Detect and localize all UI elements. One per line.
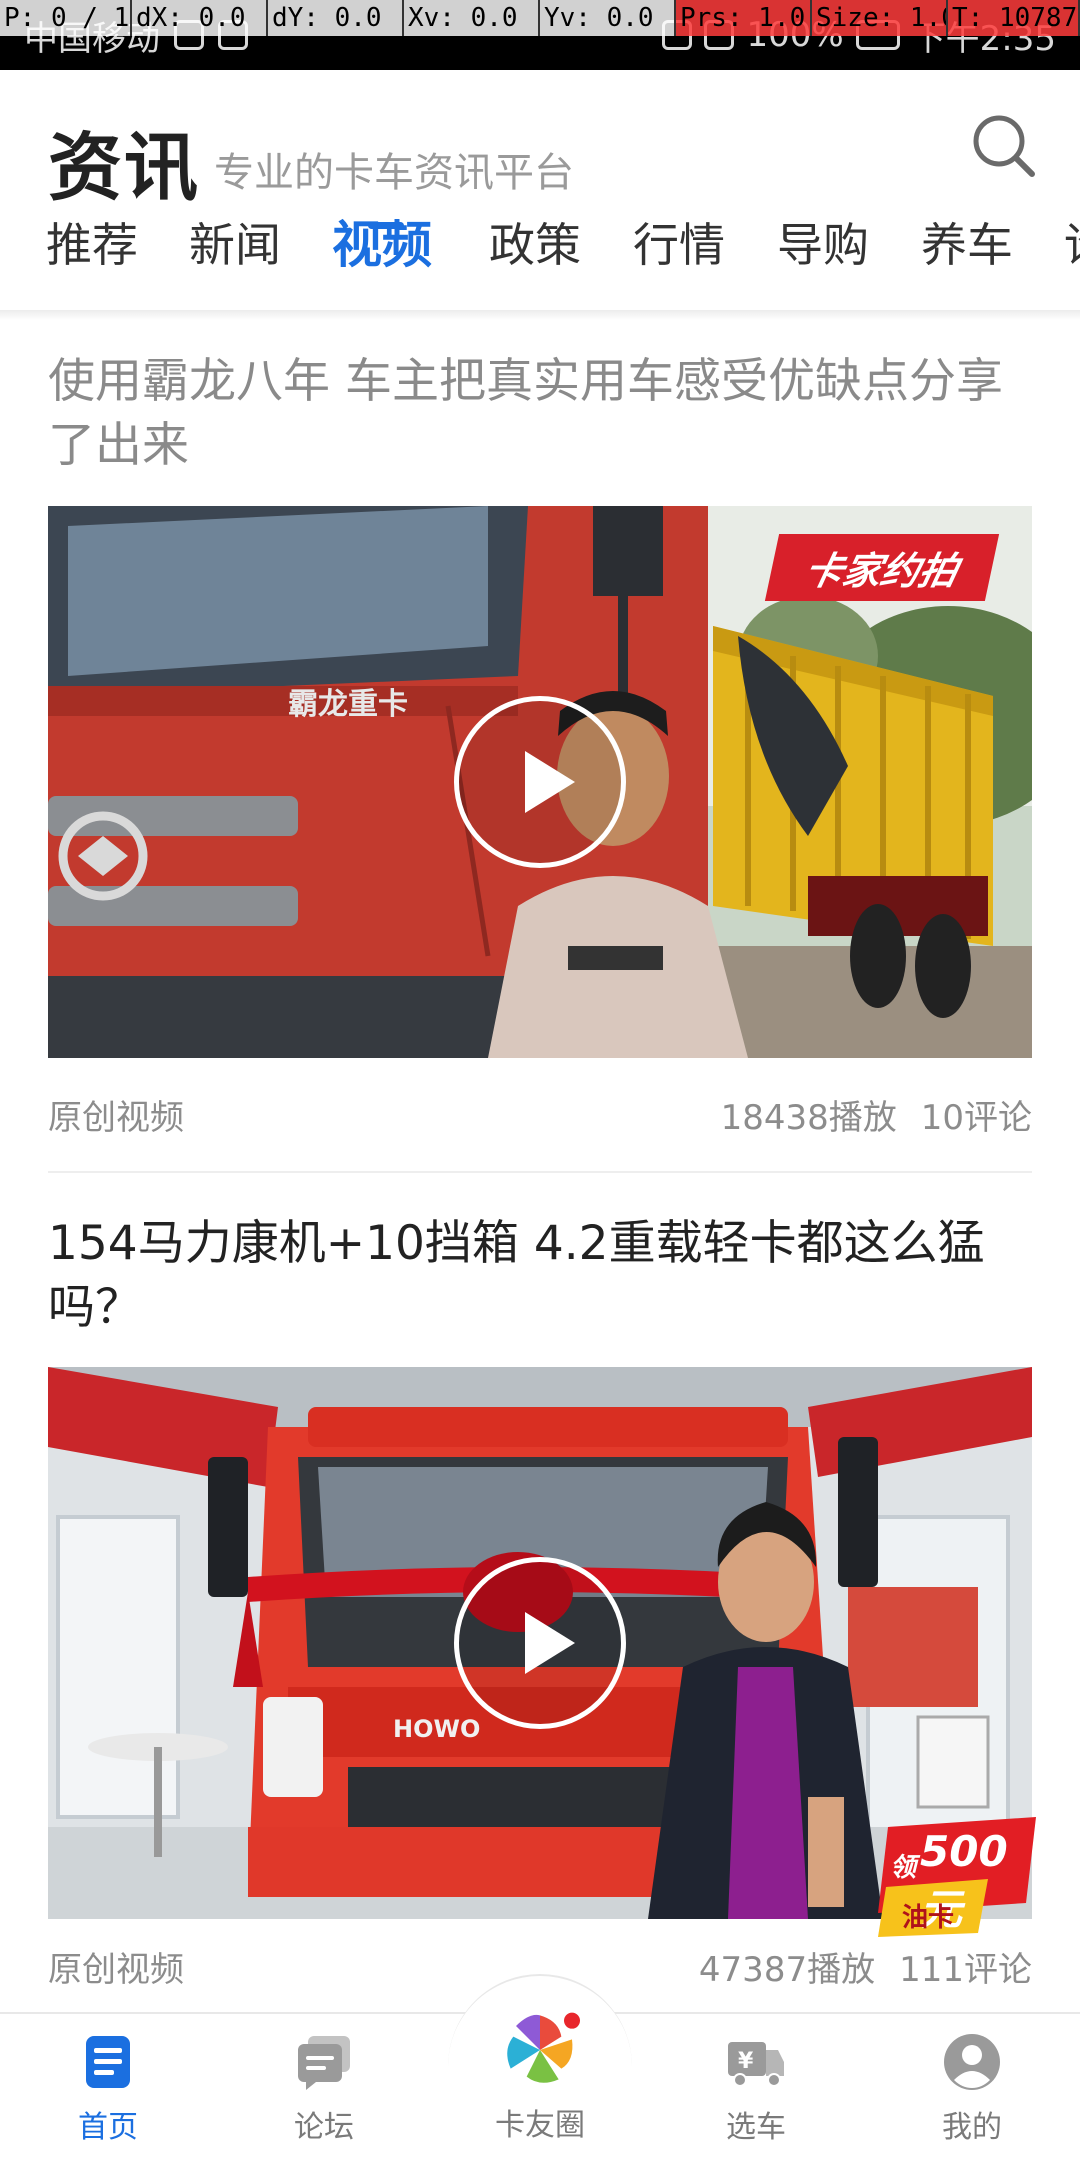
play-icon[interactable]: [454, 1557, 626, 1729]
debug-pressure: Prs: 1.0: [676, 0, 812, 36]
category-tabs: 推荐 新闻 视频 政策 行情 导购 养车 论: [0, 210, 1080, 300]
active-tab-indicator: [368, 222, 404, 229]
coupon-prefix: 领: [890, 1853, 917, 1883]
nav-home[interactable]: 首页: [38, 2032, 178, 2146]
article-source: 原创视频: [48, 1098, 184, 1138]
article-title[interactable]: 使用霸龙八年 车主把真实用车感受优缺点分享了出来: [48, 350, 1032, 478]
nav-profile[interactable]: 我的: [902, 2032, 1042, 2146]
video-article-card[interactable]: 154马力康机+10挡箱 4.2重载轻卡都这么猛吗？ HOWO 领 500元 油…: [48, 1212, 1036, 2012]
article-source: 原创视频: [48, 1950, 184, 1990]
search-icon[interactable]: [968, 110, 1040, 182]
play-count: 47387播放: [698, 1950, 876, 1990]
debug-time: T: 107877: [948, 0, 1080, 36]
debug-pointer: P: 0 / 1: [0, 0, 132, 36]
profile-icon: [944, 2034, 1000, 2090]
pinwheel-icon: [507, 2012, 580, 2083]
coupon-label: 油卡: [902, 1903, 955, 1933]
nav-choose-truck[interactable]: ¥ 选车: [686, 2032, 826, 2146]
tab-news[interactable]: 新闻: [189, 210, 281, 300]
nav-forum-label: 论坛: [294, 2110, 354, 2145]
article-title[interactable]: 154马力康机+10挡箱 4.2重载轻卡都这么猛吗？: [48, 1212, 1032, 1340]
bottom-navigation: 首页 论坛 卡友圈 ¥ 选车 我的: [0, 1974, 1080, 2162]
tab-buying-guide[interactable]: 导购: [777, 210, 869, 300]
tab-policy[interactable]: 政策: [489, 210, 581, 300]
debug-xv: Xv: 0.0: [404, 0, 540, 36]
nav-home-label: 首页: [78, 2110, 138, 2145]
truck-price-icon: ¥: [728, 2042, 784, 2087]
tab-market[interactable]: 行情: [633, 210, 725, 300]
play-icon[interactable]: [454, 696, 626, 868]
nav-forum[interactable]: 论坛: [254, 2032, 394, 2146]
nav-choose-truck-label: 选车: [726, 2110, 786, 2145]
video-thumbnail[interactable]: 霸龙重卡 卡家约拍: [48, 506, 1032, 1058]
page-header: 资讯 专业的卡车资讯平台 推荐 新闻 视频 政策 行情 导购 养车 论: [0, 70, 1080, 310]
debug-dy: dY: 0.0: [268, 0, 404, 36]
video-source-badge: 卡家约拍: [764, 534, 1000, 601]
truck-brand-text: 霸龙重卡: [288, 687, 408, 722]
debug-size: Size: 1.0: [812, 0, 948, 36]
comment-count[interactable]: 111评论: [899, 1942, 1032, 1991]
video-thumbnail[interactable]: HOWO 领 500元 油卡: [48, 1367, 1036, 1937]
tab-maintenance[interactable]: 养车: [921, 210, 1013, 300]
video-article-card[interactable]: 使用霸龙八年 车主把真实用车感受优缺点分享了出来 霸龙重卡 卡家约拍 原创视频 …: [48, 350, 1032, 1170]
fuel-card-coupon-badge[interactable]: 领 500元 油卡: [868, 1817, 1038, 1937]
forum-chat-icon: [298, 2036, 350, 2090]
tab-forum-partial[interactable]: 论: [1064, 210, 1080, 300]
nav-profile-label: 我的: [942, 2110, 1002, 2145]
play-count: 18438播放: [720, 1098, 897, 1138]
debug-yv: Yv: 0.0: [540, 0, 676, 36]
page-slogan: 专业的卡车资讯平台: [214, 150, 574, 196]
article-divider: [48, 1171, 1032, 1173]
home-doc-icon: [86, 2036, 130, 2088]
debug-dx: dX: 0.0: [132, 0, 268, 36]
nav-moments[interactable]: 卡友圈: [470, 2012, 610, 2144]
header-divider: [0, 310, 1080, 320]
status-bar: 中国移动 100% 下午2:35 P: 0 / 1 dX: 0.0 dY: 0.…: [0, 0, 1080, 70]
svg-text:¥: ¥: [738, 2049, 754, 2074]
article-meta: 原创视频 18438播放 10评论: [48, 1090, 1032, 1150]
comment-count[interactable]: 10评论: [921, 1090, 1032, 1139]
pointer-debug-overlay: P: 0 / 1 dX: 0.0 dY: 0.0 Xv: 0.0 Yv: 0.0…: [0, 0, 1080, 36]
nav-moments-label: 卡友圈: [495, 2108, 585, 2143]
page-title: 资讯: [48, 125, 200, 211]
tab-recommend[interactable]: 推荐: [46, 210, 138, 300]
